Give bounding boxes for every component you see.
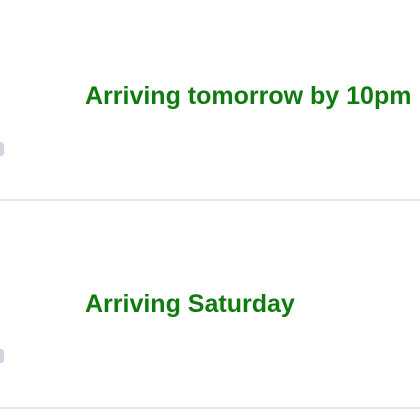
product-thumbnail-edge [0,142,4,156]
delivery-status: Arriving Saturday [85,290,295,318]
order-card[interactable]: Arriving Saturday [0,201,420,407]
delivery-status: Arriving tomorrow by 10pm [85,82,412,110]
order-card[interactable]: Arriving tomorrow by 10pm [0,0,420,199]
divider [0,407,420,409]
product-thumbnail-edge [0,349,4,363]
orders-list: Arriving tomorrow by 10pm Arriving Satur… [0,0,420,420]
